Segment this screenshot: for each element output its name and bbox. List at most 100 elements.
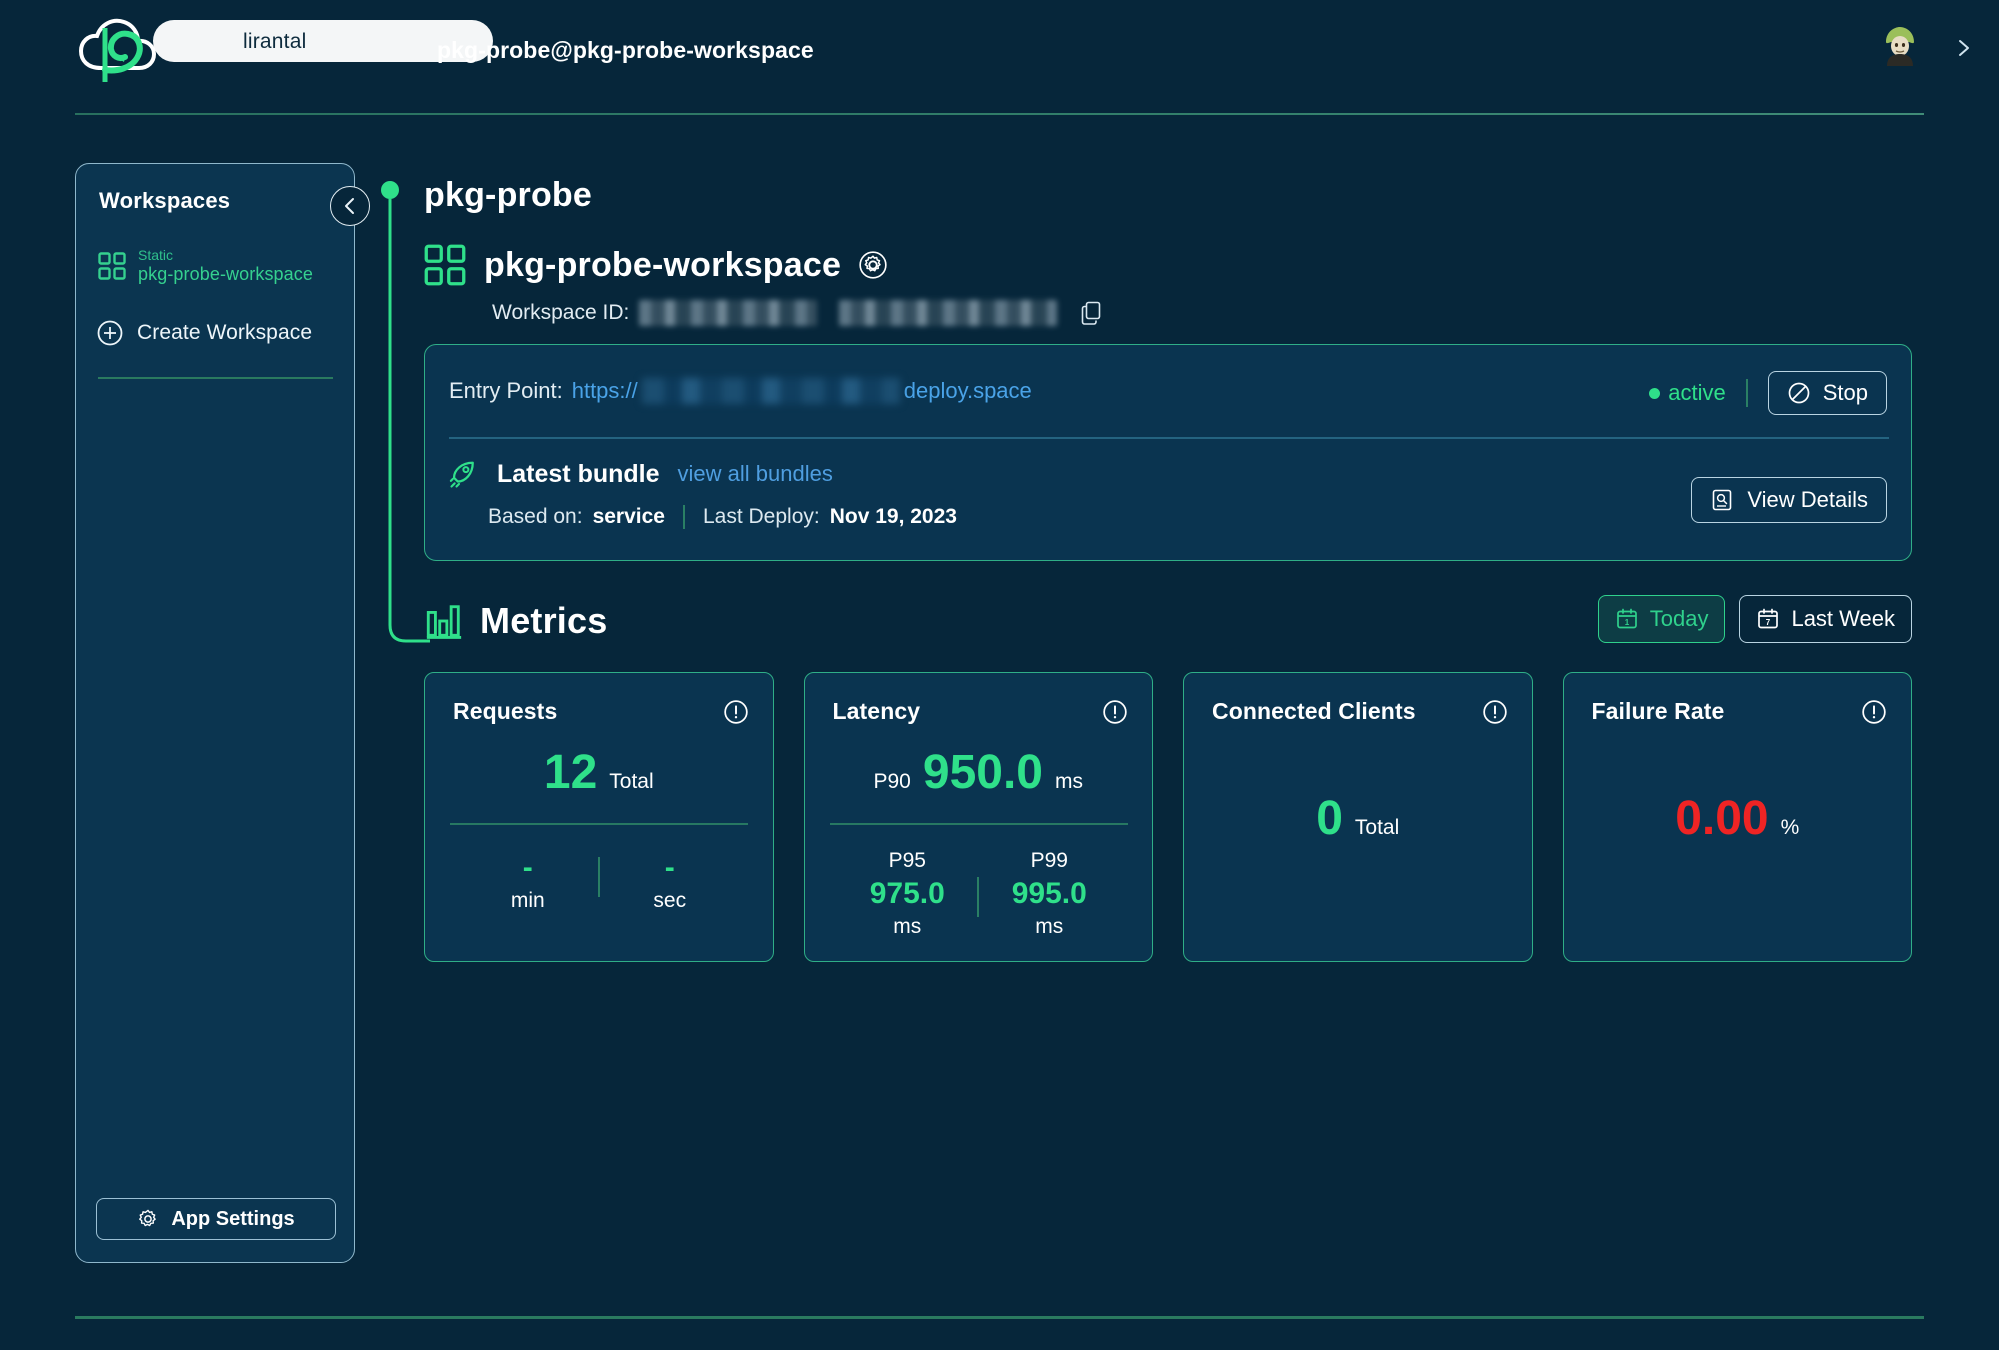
metric-sub-key: P95 (888, 849, 926, 872)
metric-card-title: Latency (832, 698, 921, 724)
metric-sub-value: - (522, 851, 533, 884)
plus-circle-icon (97, 320, 123, 346)
copy-icon[interactable] (1081, 301, 1103, 325)
range-last-week-label: Last Week (1791, 606, 1895, 631)
sidebar-title: Workspaces (99, 188, 231, 213)
latest-bundle-title: Latest bundle (497, 459, 660, 488)
header-divider (75, 113, 1924, 115)
status-badge: active (1668, 380, 1726, 405)
stop-label: Stop (1822, 380, 1868, 405)
metric-sub-key: P99 (1030, 849, 1068, 872)
entry-point-label: Entry Point: (449, 378, 563, 403)
metric-card-connected-clients: Connected Clients 0 Total (1183, 672, 1533, 962)
metrics-title: Metrics (480, 600, 608, 641)
avatar[interactable] (1878, 22, 1922, 66)
chevron-right-icon[interactable] (1954, 38, 1974, 58)
metric-sub-p95: P95 975.0 ms (837, 849, 977, 939)
last-deploy-label: Last Deploy: (702, 505, 820, 528)
page-title: pkg-probe@pkg-probe-workspace (437, 37, 814, 63)
workspace-name: pkg-probe-workspace (484, 245, 842, 284)
rocket-icon (449, 461, 474, 488)
top-bar: lirantal pkg-probe@pkg-probe-workspace (0, 0, 1999, 115)
metric-primary-row: 12 Total (425, 745, 773, 807)
info-circle-icon[interactable] (1102, 699, 1128, 725)
sidebar: Workspaces Static pkg-probe-workspace Cr… (75, 163, 355, 1263)
metric-sub-min: - min (458, 849, 598, 913)
status-area: active Stop (1649, 371, 1887, 415)
create-workspace-button[interactable]: Create Workspace (97, 313, 347, 353)
view-details-button[interactable]: View Details (1691, 477, 1887, 523)
metric-sub-unit: ms (893, 914, 922, 938)
info-circle-icon[interactable] (1482, 699, 1508, 725)
workspace-id-row: Workspace ID: (492, 300, 1103, 326)
metric-card-title: Connected Clients (1212, 698, 1416, 724)
deployment-card: Entry Point: https:// deploy.space activ… (424, 344, 1912, 561)
metric-primary-row: 0.00 % (1564, 791, 1912, 853)
metric-primary-value: 950.0 (922, 746, 1043, 799)
stop-button[interactable]: Stop (1767, 371, 1887, 415)
entry-point-host[interactable]: deploy.space (904, 378, 1032, 404)
app-settings-button[interactable]: App Settings (96, 1198, 336, 1240)
footer-divider (75, 1316, 1924, 1319)
status-dot-icon (1649, 387, 1661, 399)
workspace-id-label: Workspace ID: (492, 301, 630, 324)
info-circle-icon[interactable] (1861, 699, 1887, 725)
metric-card-title: Requests (453, 698, 558, 724)
metric-card-latency: Latency P90 950.0 ms P95 975.0 ms P99 99… (803, 672, 1153, 962)
based-on-label: Based on: (488, 505, 583, 528)
metric-primary-unit: Total (1354, 816, 1400, 839)
status-separator (1745, 379, 1748, 407)
no-entry-icon (1788, 382, 1810, 404)
info-circle-icon[interactable] (723, 699, 749, 725)
grid-squares-icon (424, 244, 466, 286)
document-search-icon (1713, 489, 1732, 511)
metric-primary-unit: ms (1055, 770, 1083, 793)
range-last-week-button[interactable]: 7 Last Week (1739, 595, 1912, 643)
gear-icon[interactable] (859, 251, 887, 279)
sidebar-divider (98, 377, 333, 379)
deploy-card-divider (449, 437, 1889, 439)
svg-text:1: 1 (1625, 618, 1630, 627)
workspace-header: pkg-probe-workspace (424, 240, 1624, 290)
brand-logo-group[interactable]: lirantal (75, 18, 493, 82)
metric-sub-unit: min (510, 888, 545, 912)
metric-primary-value: 0.00 (1675, 792, 1769, 845)
entry-point-host-redacted (641, 378, 900, 404)
calendar-7-icon: 7 (1758, 608, 1779, 629)
sidebar-item-kind: Static (138, 246, 174, 263)
metrics-header: Metrics 1 Today 7 Last Week (424, 595, 1912, 660)
metric-sub-p99: P99 995.0 ms (979, 849, 1119, 939)
metric-sub-unit: sec (653, 888, 687, 912)
last-deploy-value: Nov 19, 2023 (829, 505, 957, 528)
metric-card-header: Failure Rate (1592, 698, 1888, 725)
metric-sub-sec: - sec (600, 849, 740, 913)
range-today-button[interactable]: 1 Today (1597, 595, 1726, 643)
metric-card-requests: Requests 12 Total - min - sec (424, 672, 774, 962)
sidebar-item-workspace[interactable]: Static pkg-probe-workspace (98, 243, 338, 289)
calendar-1-icon: 1 (1616, 608, 1637, 629)
metric-sub-unit: ms (1035, 914, 1064, 938)
project-title: pkg-probe (424, 176, 593, 214)
metric-card-header: Latency (833, 698, 1129, 725)
metric-primary-unit: % (1780, 816, 1800, 839)
app-settings-label: App Settings (171, 1207, 295, 1230)
metric-sub-value: - (664, 851, 675, 884)
metric-cards: Requests 12 Total - min - sec Latency P9… (424, 672, 1912, 962)
view-details-label: View Details (1747, 487, 1868, 512)
brand-name: lirantal (243, 30, 307, 53)
metric-card-divider (829, 823, 1128, 825)
metric-sub-row: P95 975.0 ms P99 995.0 ms (805, 849, 1153, 949)
metrics-title-group: Metrics (424, 600, 607, 642)
app-root: lirantal pkg-probe@pkg-probe-workspace W… (0, 0, 1999, 1350)
create-workspace-label: Create Workspace (137, 321, 313, 344)
based-on-value: service (592, 505, 665, 528)
metric-primary-prefix: P90 (873, 770, 911, 793)
metric-primary-row: P90 950.0 ms (805, 745, 1153, 807)
workspace-id-value-redacted-2 (839, 300, 1058, 326)
sidebar-collapse-button[interactable] (330, 186, 370, 226)
metric-card-failure-rate: Failure Rate 0.00 % (1562, 672, 1912, 962)
cloud-p-logo-icon (78, 18, 157, 82)
latest-bundle-row: Latest bundle view all bundles (449, 452, 1449, 496)
view-all-bundles-link[interactable]: view all bundles (678, 461, 833, 487)
entry-point-scheme[interactable]: https:// (572, 378, 638, 404)
